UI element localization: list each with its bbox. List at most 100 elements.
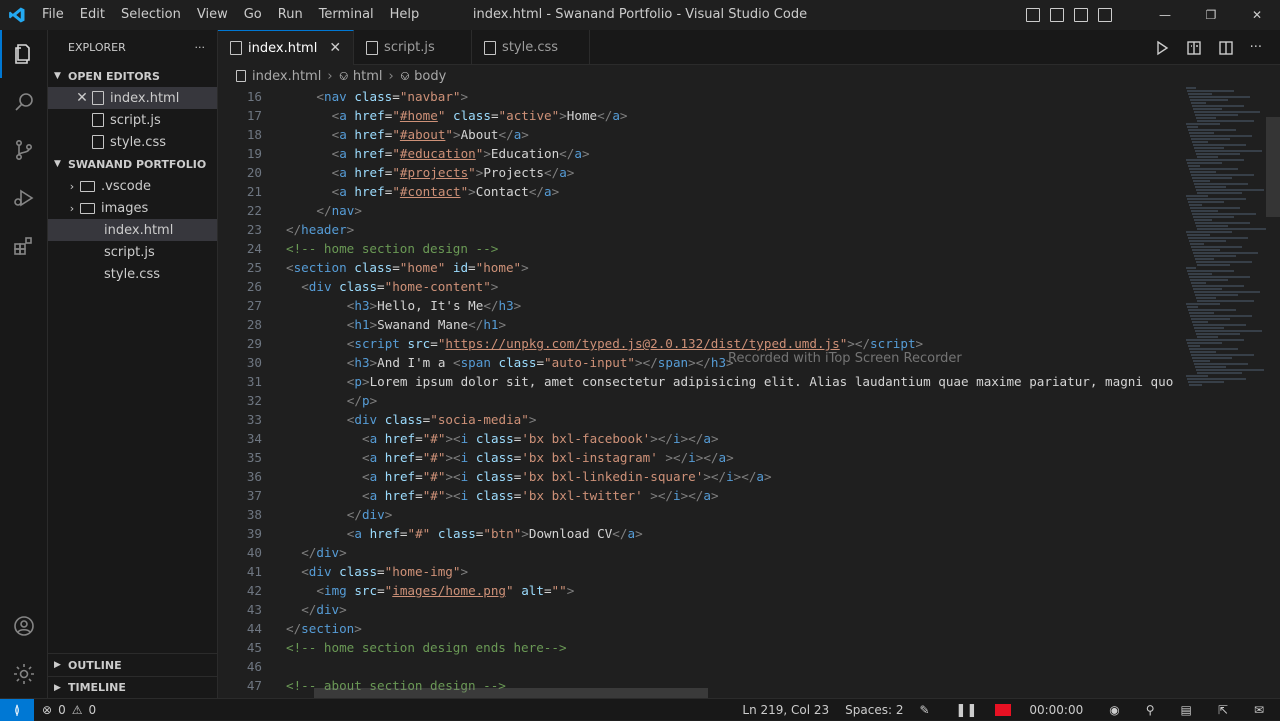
explorer-icon[interactable] <box>0 30 48 78</box>
code-line[interactable]: 36 <a href="#"><i class='bx bxl-linkedin-… <box>218 467 1280 486</box>
run-and-debug-icon[interactable] <box>0 174 48 222</box>
expand-icon[interactable]: ⇱ <box>1210 703 1236 717</box>
pen-icon[interactable]: ✎ <box>911 703 937 717</box>
code-line[interactable]: 24 <!-- home section design --> <box>218 239 1280 258</box>
code-line[interactable]: 25 <section class="home" id="home"> <box>218 258 1280 277</box>
tab-script-js[interactable]: script.js <box>354 30 473 65</box>
folder-vscode[interactable]: › .vscode <box>48 175 217 197</box>
open-editor-index-html[interactable]: ✕ index.html <box>48 87 217 109</box>
timeline-section[interactable]: ▶ TIMELINE <box>48 676 218 698</box>
menu-terminal[interactable]: Terminal <box>311 0 382 30</box>
code-line[interactable]: 35 <a href="#"><i class='bx bxl-instagram… <box>218 448 1280 467</box>
code-line[interactable]: 16 <nav class="navbar"> <box>218 87 1280 106</box>
more-actions-icon[interactable]: ··· <box>1250 40 1262 55</box>
minimap-line <box>1188 345 1200 347</box>
code-line[interactable]: 26 <div class="home-content"> <box>218 277 1280 296</box>
menu-help[interactable]: Help <box>382 0 428 30</box>
cursor-position[interactable]: Ln 219, Col 23 <box>734 703 837 717</box>
code-line[interactable]: 45 <!-- home section design ends here--> <box>218 638 1280 657</box>
code-line[interactable]: 22 </nav> <box>218 201 1280 220</box>
code-line[interactable]: 42 <img src="images/home.png" alt=""> <box>218 581 1280 600</box>
minimap[interactable] <box>1186 87 1266 407</box>
code-line[interactable]: 28 <h1>Swanand Mane</h1> <box>218 315 1280 334</box>
folder-images[interactable]: › images <box>48 197 217 219</box>
run-icon[interactable] <box>1154 40 1170 56</box>
horizontal-scrollbar[interactable] <box>314 688 708 698</box>
code-line[interactable]: 37 <a href="#"><i class='bx bxl-twitter' … <box>218 486 1280 505</box>
manage-gear-icon[interactable] <box>0 650 48 698</box>
feedback-icon[interactable]: ▤ <box>1173 703 1200 717</box>
code-line[interactable]: 17 <a href="#home" class="active">Home</a… <box>218 106 1280 125</box>
remote-indicator-icon[interactable]: ≬ <box>0 698 34 721</box>
code-line[interactable]: 31 <p>Lorem ipsum dolor sit, amet consect… <box>218 372 1280 391</box>
tab-bar: index.html ✕ script.js style.css ··· <box>218 30 1280 65</box>
minimap-line <box>1189 132 1214 134</box>
code-line[interactable]: 43 </div> <box>218 600 1280 619</box>
code-line[interactable]: 39 <a href="#" class="btn">Download CV</a… <box>218 524 1280 543</box>
breadcrumb-file[interactable]: index.html <box>252 69 321 84</box>
file-style-css[interactable]: style.css <box>48 263 217 285</box>
file-script-js[interactable]: script.js <box>48 241 217 263</box>
menu-view[interactable]: View <box>189 0 236 30</box>
menu-selection[interactable]: Selection <box>113 0 189 30</box>
open-editor-style-css[interactable]: style.css <box>48 131 217 153</box>
line-number: 46 <box>246 659 262 674</box>
file-index-html[interactable]: index.html <box>48 219 217 241</box>
code-line[interactable]: 33 <div class="socia-media"> <box>218 410 1280 429</box>
camera-icon[interactable]: ◉ <box>1101 703 1127 717</box>
more-actions-icon[interactable]: ··· <box>195 41 206 54</box>
outline-title: OUTLINE <box>68 658 122 672</box>
search-icon[interactable] <box>0 78 48 126</box>
restore-button[interactable]: ❐ <box>1188 0 1234 30</box>
pause-icon[interactable]: ❚❚ <box>948 703 986 718</box>
code-line[interactable]: 19 <a href="#education">Education</a> <box>218 144 1280 163</box>
code-line[interactable]: 34 <a href="#"><i class='bx bxl-facebook'… <box>218 429 1280 448</box>
code-line[interactable]: 21 <a href="#contact">Contact</a> <box>218 182 1280 201</box>
vertical-scrollbar[interactable] <box>1266 117 1280 217</box>
split-editor-icon[interactable] <box>1218 40 1234 56</box>
breadcrumb-html[interactable]: html <box>353 69 383 84</box>
breadcrumb-body[interactable]: body <box>414 69 446 84</box>
close-icon[interactable]: ✕ <box>329 40 341 56</box>
menu-run[interactable]: Run <box>270 0 311 30</box>
toggle-panel-icon[interactable] <box>1050 8 1064 22</box>
code-line[interactable]: 18 <a href="#about">About</a> <box>218 125 1280 144</box>
code-line[interactable]: 44 </section> <box>218 619 1280 638</box>
close-icon[interactable]: ✕ <box>74 90 90 106</box>
outline-section[interactable]: ▶ OUTLINE <box>48 654 218 676</box>
menu-file[interactable]: File <box>34 0 72 30</box>
extensions-icon[interactable] <box>0 222 48 270</box>
code-line[interactable]: 32 </p> <box>218 391 1280 410</box>
minimap-line <box>1197 264 1230 266</box>
project-section[interactable]: ▼ SWANAND PORTFOLIO <box>48 153 217 175</box>
close-window-button[interactable]: ✕ <box>1234 0 1280 30</box>
source-control-icon[interactable] <box>0 126 48 174</box>
code-line[interactable]: 20 <a href="#projects">Projects</a> <box>218 163 1280 182</box>
code-line[interactable]: 41 <div class="home-img"> <box>218 562 1280 581</box>
minimize-button[interactable]: — <box>1142 0 1188 30</box>
bell-icon[interactable]: ✉ <box>1246 703 1272 717</box>
minimap-line <box>1193 108 1222 110</box>
code-line[interactable]: 40 </div> <box>218 543 1280 562</box>
stop-record-icon[interactable] <box>995 704 1012 716</box>
problems-indicator[interactable]: ⊗ 0 ⚠ 0 <box>42 703 96 717</box>
zoom-icon[interactable]: ⚲ <box>1138 703 1163 717</box>
tab-style-css[interactable]: style.css <box>472 30 591 65</box>
customize-layout-icon[interactable] <box>1098 8 1112 22</box>
toggle-primary-sidebar-icon[interactable] <box>1026 8 1040 22</box>
open-editors-section[interactable]: ▼ OPEN EDITORS <box>48 65 217 87</box>
minimap-line <box>1186 123 1220 125</box>
tab-index-html[interactable]: index.html ✕ <box>218 30 355 65</box>
menu-edit[interactable]: Edit <box>72 0 113 30</box>
toggle-secondary-sidebar-icon[interactable] <box>1074 8 1088 22</box>
open-preview-icon[interactable] <box>1186 40 1202 56</box>
code-line[interactable]: 23 </header> <box>218 220 1280 239</box>
code-editor[interactable]: 16 <nav class="navbar"> 17 <a href="#home" … <box>218 87 1280 698</box>
code-line[interactable]: 38 </div> <box>218 505 1280 524</box>
code-line[interactable]: 46 <box>218 657 1280 676</box>
accounts-icon[interactable] <box>0 602 48 650</box>
code-line[interactable]: 27 <h3>Hello, It's Me</h3> <box>218 296 1280 315</box>
indentation[interactable]: Spaces: 2 <box>837 703 911 717</box>
menu-go[interactable]: Go <box>236 0 270 30</box>
open-editor-script-js[interactable]: script.js <box>48 109 217 131</box>
